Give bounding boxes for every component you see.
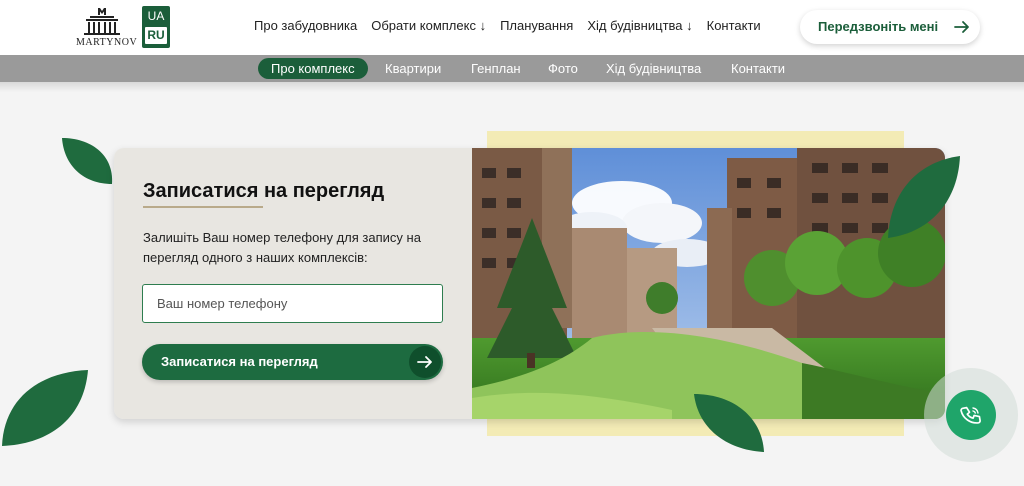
callback-button[interactable]: Передзвоніть мені — [800, 10, 980, 44]
language-switcher: UA RU — [142, 6, 170, 48]
complex-photo — [472, 148, 945, 419]
nav-item-about-developer[interactable]: Про забудовника — [254, 18, 357, 33]
subnav-shadow — [0, 82, 1024, 92]
subnav-item-master-plan[interactable]: Генплан — [471, 61, 521, 76]
callback-button-label: Передзвоніть мені — [818, 19, 939, 34]
lang-ru[interactable]: RU — [145, 27, 167, 44]
arrow-right-icon — [954, 21, 969, 33]
subnav-item-contacts[interactable]: Контакти — [731, 61, 785, 76]
leaf-decoration-top-left — [62, 138, 113, 184]
logo-text: MARTYNOV — [76, 37, 138, 48]
company-logo[interactable]: MARTYNOV — [76, 6, 138, 48]
nav-item-construction-progress[interactable]: Хід будівництва ↓ — [587, 18, 692, 33]
leaf-decoration-top-right — [888, 156, 960, 238]
main-nav: Про забудовника Обрати комплекс ↓ Планув… — [254, 18, 775, 33]
subnav-item-apartments[interactable]: Квартири — [385, 61, 441, 76]
phone-input[interactable] — [142, 284, 443, 323]
lang-ua[interactable]: UA — [145, 9, 167, 24]
viewing-signup-card: Записатися на перегляд Залишіть Ваш номе… — [114, 148, 945, 419]
arrow-right-icon — [417, 356, 432, 368]
form-description: Залишіть Ваш номер телефону для запису н… — [143, 230, 421, 265]
leaf-decoration-bottom-center — [694, 394, 764, 452]
nav-item-contacts[interactable]: Контакти — [707, 18, 761, 33]
signup-submit-button[interactable]: Записатися на перегляд — [142, 344, 443, 380]
signup-form-panel: Записатися на перегляд Залишіть Ваш номе… — [114, 148, 472, 419]
nav-item-layouts[interactable]: Планування — [500, 18, 573, 33]
phone-icon — [960, 406, 981, 424]
site-header: MARTYNOV UA RU Про забудовника Обрати ко… — [0, 0, 1024, 55]
submit-arrow-circle — [409, 346, 441, 378]
nav-item-choose-complex[interactable]: Обрати комплекс ↓ — [371, 18, 486, 33]
leaf-decoration-bottom-left — [2, 370, 88, 446]
subnav-item-photo[interactable]: Фото — [548, 61, 578, 76]
signup-submit-label: Записатися на перегляд — [161, 354, 318, 369]
form-title: Записатися на перегляд — [143, 180, 385, 202]
subnav-item-about-complex[interactable]: Про комплекс — [258, 58, 368, 79]
subnav-item-construction[interactable]: Хід будівництва — [606, 61, 701, 76]
complex-subnav: Про комплекс Квартири Генплан Фото Хід б… — [0, 55, 1024, 82]
phone-call-fab[interactable] — [946, 390, 996, 440]
building-logo-icon — [84, 8, 120, 35]
title-underline — [143, 206, 263, 208]
